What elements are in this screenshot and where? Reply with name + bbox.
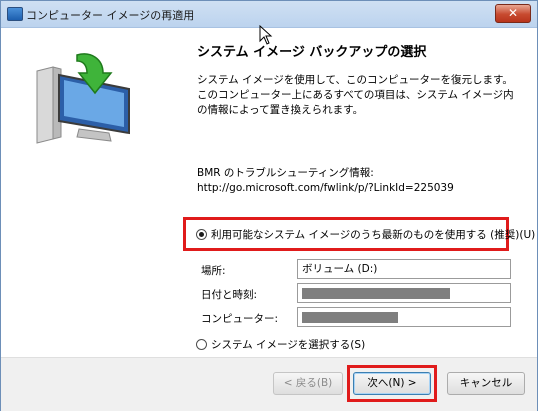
latest-image-radio[interactable]: [196, 229, 207, 240]
bmr-info: BMR のトラブルシューティング情報: http://go.microsoft.…: [197, 166, 517, 196]
restore-wizard-window: コンピューター イメージの再適用 ✕ システム イメージ バックアップの選択 シ…: [0, 0, 538, 411]
window-title: コンピューター イメージの再適用: [26, 9, 195, 22]
select-image-label[interactable]: システム イメージを選択する(S): [211, 337, 365, 352]
datetime-field: [297, 283, 511, 303]
datetime-label: 日付と時刻:: [201, 289, 258, 301]
location-value: ボリューム (D:): [302, 263, 378, 275]
bmr-label: BMR のトラブルシューティング情報:: [197, 167, 374, 179]
computer-field: [297, 307, 511, 327]
select-image-radio[interactable]: [196, 339, 207, 350]
description-text: システム イメージを使用して、このコンピューターを復元します。このコンピューター…: [197, 74, 514, 116]
location-field: ボリューム (D:): [297, 259, 511, 279]
datetime-redaction: [302, 288, 450, 299]
close-button[interactable]: ✕: [495, 4, 531, 23]
app-icon: [7, 7, 23, 21]
back-button[interactable]: < 戻る(B): [273, 372, 343, 395]
page-title: システム イメージ バックアップの選択: [197, 45, 427, 60]
bmr-url[interactable]: http://go.microsoft.com/fwlink/p/?LinkId…: [197, 181, 517, 196]
cancel-button[interactable]: キャンセル: [447, 372, 525, 395]
latest-image-label[interactable]: 利用可能なシステム イメージのうち最新のものを使用する (推奨)(U): [211, 227, 535, 242]
computer-restore-icon: [36, 53, 130, 144]
computer-redaction: [302, 312, 398, 323]
title-bar[interactable]: コンピューター イメージの再適用 ✕: [1, 1, 537, 28]
next-button[interactable]: 次へ(N) >: [353, 372, 431, 395]
computer-label: コンピューター:: [201, 313, 279, 325]
location-label: 場所:: [201, 265, 226, 277]
